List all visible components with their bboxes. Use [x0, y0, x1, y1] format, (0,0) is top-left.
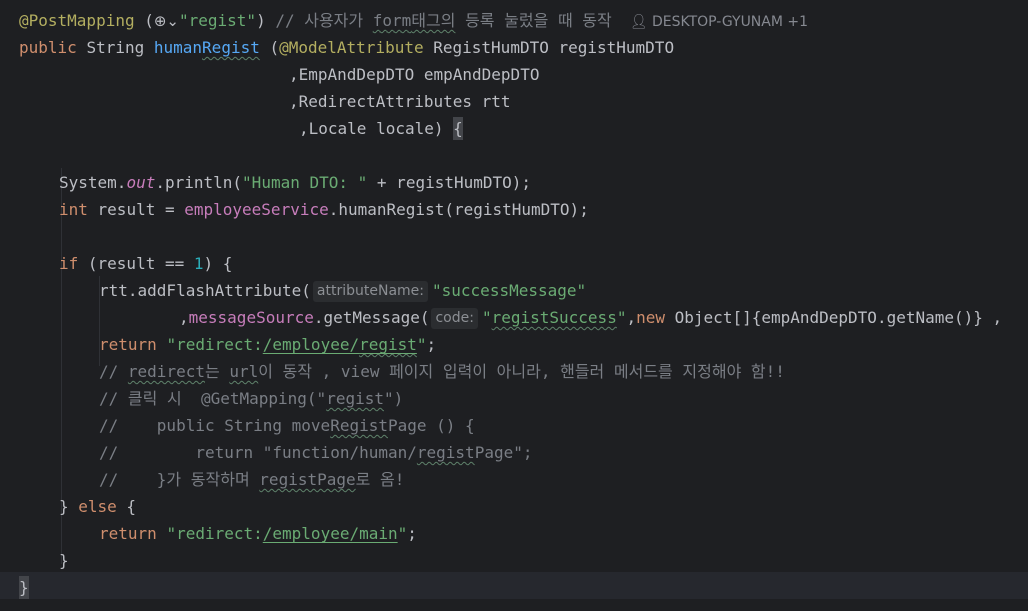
keyword: public	[19, 38, 77, 57]
annotation: @ModelAttribute	[279, 38, 424, 57]
string-literal: "regist"	[179, 11, 257, 30]
code-line[interactable]: System.out.println("Human DTO: " + regis…	[59, 169, 531, 196]
comment-line[interactable]: // public String moveRegistPage () {	[99, 412, 475, 439]
annotation: @PostMapping	[19, 11, 135, 30]
code-line[interactable]: public String humanRegist (@ModelAttribu…	[19, 34, 674, 61]
keyword: new	[636, 308, 666, 327]
field: messageSource	[188, 308, 314, 327]
code-line[interactable]: ,Locale locale) {	[299, 115, 463, 142]
code-line[interactable]: ,EmpAndDepDTO empAndDepDTO	[289, 61, 539, 88]
current-line-highlight	[0, 572, 1028, 599]
comment: // 사용자가 form태그의 등록 눌렀을 때 동작	[275, 11, 612, 30]
string-literal: "registSuccess"	[481, 308, 627, 327]
code-line[interactable]: } else {	[59, 493, 136, 520]
matched-brace: {	[453, 117, 463, 140]
code-line[interactable]: return "redirect:/employee/regist";	[99, 331, 436, 358]
comment-line[interactable]: // 클릭 시 @GetMapping("regist")	[99, 385, 403, 412]
globe-icon[interactable]: ⊕⌄	[154, 12, 179, 30]
number-literal: 1	[193, 254, 204, 273]
static-field: out	[126, 173, 156, 192]
code-line[interactable]: ,messageSource.getMessage(code: "registSu…	[179, 304, 1002, 331]
code-line[interactable]: }	[59, 547, 69, 574]
comment-line[interactable]: // }가 동작하며 registPage로 옴!	[99, 466, 404, 493]
user-icon: 👤︎	[629, 14, 648, 30]
method-name: humanRegist	[153, 38, 260, 57]
keyword: else	[78, 497, 117, 516]
code-line[interactable]: int result = employeeService.humanRegist…	[59, 196, 589, 223]
string-literal: "successMessage"	[432, 281, 587, 300]
matched-brace: }	[19, 576, 29, 599]
string-literal: "redirect:/employee/regist"	[166, 335, 427, 354]
keyword: int	[59, 200, 88, 219]
field: employeeService	[184, 200, 329, 219]
keyword: return	[99, 335, 157, 354]
code-line[interactable]: rtt.addFlashAttribute(attributeName: "suc…	[99, 277, 586, 304]
indent-guide	[99, 303, 100, 330]
comment-line[interactable]: // redirect는 url이 동작 , view 페이지 입력이 아니라,…	[99, 358, 785, 385]
code-line[interactable]: }	[19, 574, 29, 601]
param: ,Locale locale)	[299, 119, 454, 138]
code-line[interactable]: if (result == 1) {	[59, 250, 232, 277]
code-editor[interactable]: @PostMapping (⊕⌄"regist") // 사용자가 form태그…	[0, 0, 1028, 611]
keyword: if	[59, 254, 79, 273]
inlay-hint: attributeName:	[312, 281, 429, 302]
type-name: String	[86, 38, 145, 57]
code-line[interactable]: return "redirect:/employee/main";	[99, 520, 417, 547]
keyword: return	[99, 524, 157, 543]
inlay-hint: code:	[431, 308, 478, 329]
author-inlay[interactable]: 👤︎ DESKTOP-GYUNAM +1	[630, 14, 808, 30]
string-literal: "redirect:/employee/main"	[166, 524, 408, 543]
code-line[interactable]: ,RedirectAttributes rtt	[289, 88, 511, 115]
code-line[interactable]: @PostMapping (⊕⌄"regist") // 사용자가 form태그…	[19, 7, 808, 34]
url-link[interactable]: /employee/main	[263, 524, 398, 543]
url-link[interactable]: /employee/regist	[263, 335, 417, 354]
param: RegistHumDTO registHumDTO	[433, 38, 675, 57]
comment-line[interactable]: // return "function/human/registPage";	[99, 439, 532, 466]
string-literal: "Human DTO: "	[242, 173, 368, 192]
